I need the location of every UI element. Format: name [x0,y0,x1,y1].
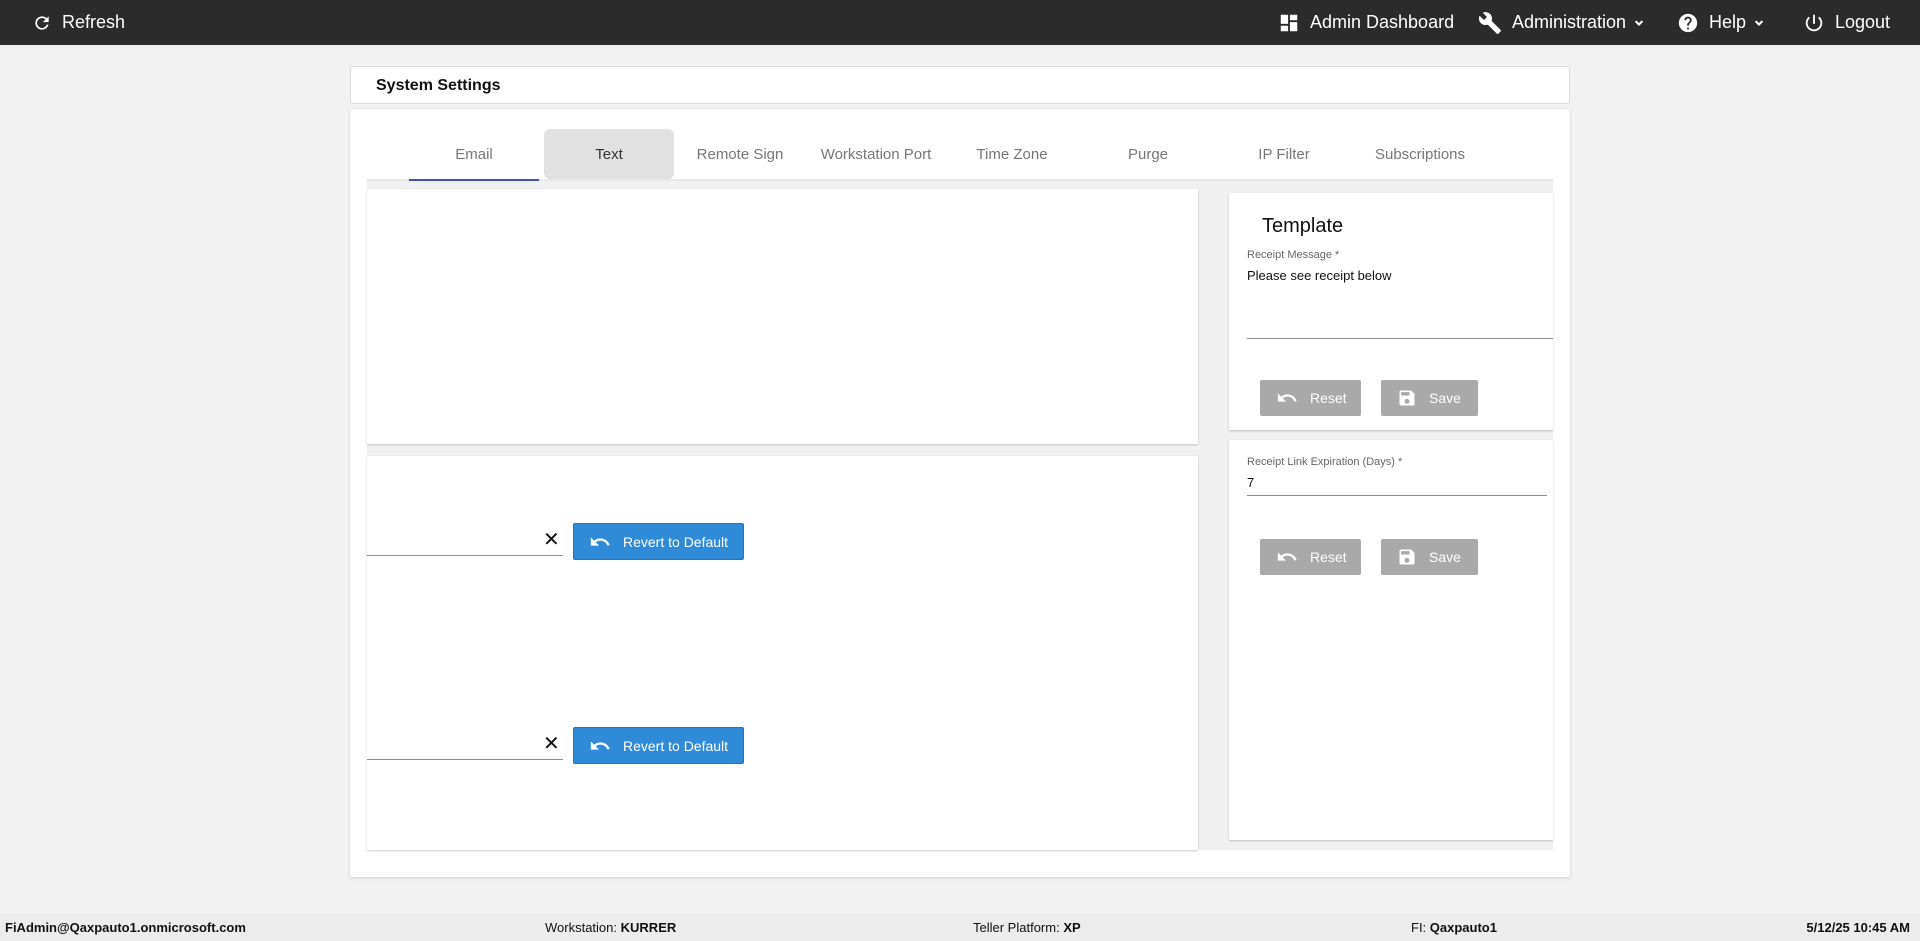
tab-subscriptions[interactable]: Subscriptions [1355,129,1485,179]
tab-text[interactable]: Text [544,129,674,179]
teller-value: XP [1063,920,1081,935]
top-navigation-bar: Refresh Admin Dashboard Administration H… [0,0,1920,45]
teller-label: Teller Platform: [973,920,1060,935]
expiration-field[interactable]: 7 [1247,475,1254,490]
refresh-label: Refresh [62,12,126,32]
logout-label: Logout [1835,12,1891,32]
clear-icon[interactable]: ✕ [543,530,560,550]
template-title: Template [1262,215,1344,237]
expiration-label: Receipt Link Expiration (Days) * [1247,456,1403,468]
wrench-icon [1478,11,1501,34]
tab-content-area: ✕ Revert to Default ✕ Revert to Default … [367,181,1553,850]
save-label: Save [1429,549,1461,565]
user-account: FiAdmin@Qaxpauto1.onmicrosoft.com [5,920,246,935]
save-button[interactable]: Save [1381,380,1478,416]
undo-icon [1277,393,1297,402]
tab-purge[interactable]: Purge [1083,129,1213,179]
reset-label: Reset [1310,549,1347,565]
datetime: 5/12/25 10:45 AM [1806,920,1910,935]
undo-icon [590,740,610,750]
expiration-panel: Receipt Link Expiration (Days) * 7 Reset… [1229,440,1553,840]
input-underline [367,555,563,556]
receipt-message-field[interactable]: Please see receipt below [1247,268,1392,283]
dashboard-icon [1280,14,1298,31]
tab-time-zone[interactable]: Time Zone [947,129,1077,179]
workstation-label: Workstation: [545,920,618,935]
chevron-down-icon [1632,16,1646,30]
fi-label: FI: [1411,920,1427,935]
logout-button[interactable]: Logout [1803,0,1890,45]
save-label: Save [1429,390,1461,406]
chevron-down-icon [1752,16,1766,30]
help-menu[interactable]: Help [1677,0,1766,45]
revert-to-default-button[interactable]: Revert to Default [573,523,744,560]
fi-value: Qaxpauto1 [1429,920,1497,935]
admin-dashboard-link[interactable]: Admin Dashboard [1278,0,1454,45]
page-header: System Settings [350,66,1570,104]
undo-icon [590,536,610,546]
revert-label: Revert to Default [623,737,729,754]
refresh-icon [35,15,49,30]
reset-button[interactable]: Reset [1260,380,1361,416]
tab-remote-sign[interactable]: Remote Sign [675,129,805,179]
reset-button[interactable]: Reset [1260,539,1361,575]
administration-label: Administration [1512,12,1627,32]
workstation-value: KURRER [620,920,677,935]
refresh-button[interactable]: Refresh [32,0,125,45]
receipt-message-label: Receipt Message * [1247,249,1340,261]
tab-email[interactable]: Email [409,129,539,181]
save-icon [1399,549,1415,565]
reset-label: Reset [1310,390,1347,406]
fi-info: FI: Qaxpauto1 [1411,920,1497,935]
clear-icon[interactable]: ✕ [543,734,560,754]
power-icon [1805,14,1823,31]
status-bar: FiAdmin@Qaxpauto1.onmicrosoft.com Workst… [0,914,1920,941]
administration-menu[interactable]: Administration [1478,0,1646,45]
receipt-message-underline [1247,338,1553,339]
admin-dashboard-label: Admin Dashboard [1310,12,1455,32]
teller-platform-info: Teller Platform: XP [973,920,1081,935]
save-icon [1399,390,1415,406]
left-upper-panel [367,189,1198,444]
page-title: System Settings [376,77,501,94]
template-panel: Template Receipt Message * Please see re… [1229,193,1553,430]
settings-tabs: Email Text Remote Sign Workstation Port … [367,129,1553,181]
workstation-info: Workstation: KURRER [545,920,676,935]
expiration-underline [1247,495,1547,496]
help-label: Help [1709,12,1747,32]
tab-workstation-port[interactable]: Workstation Port [811,129,941,179]
undo-icon [1277,552,1297,561]
help-icon [1678,13,1698,32]
revert-label: Revert to Default [623,533,729,550]
input-underline [367,759,563,760]
settings-card: Email Text Remote Sign Workstation Port … [350,109,1570,877]
tab-ip-filter[interactable]: IP Filter [1219,129,1349,179]
revert-to-default-button[interactable]: Revert to Default [573,727,744,764]
save-button[interactable]: Save [1381,539,1478,575]
left-lower-panel: ✕ Revert to Default ✕ Revert to Default [367,456,1198,850]
